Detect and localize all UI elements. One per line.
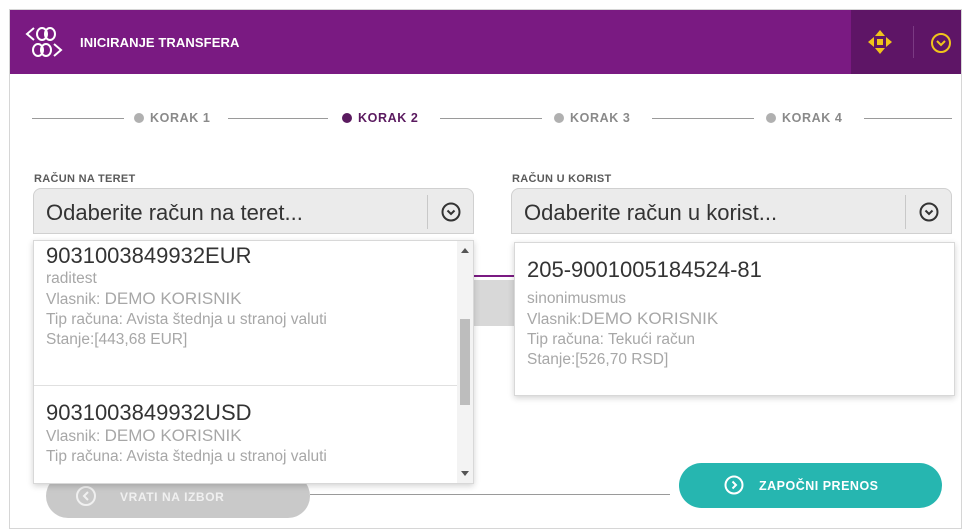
scroll-up-icon[interactable] xyxy=(461,248,469,253)
list-separator xyxy=(34,385,457,386)
step-1: KORAK 1 xyxy=(134,109,210,127)
owner-prefix: Vlasnik: xyxy=(46,291,105,308)
step-2: KORAK 2 xyxy=(342,109,418,127)
account-number: 9031003849932EUR xyxy=(46,243,252,268)
debit-option-usd[interactable]: 9031003849932USD Vlasnik: DEMO KORISNIK … xyxy=(46,400,451,467)
account-owner: Vlasnik: DEMO KORISNIK xyxy=(46,289,451,310)
step-dot-icon xyxy=(134,113,144,123)
owner-prefix: Vlasnik: xyxy=(46,428,105,445)
step-label: KORAK 2 xyxy=(358,111,419,125)
start-transfer-button[interactable]: ZAPOČNI PRENOS xyxy=(679,463,942,508)
step-dot-icon xyxy=(554,113,564,123)
credit-account-placeholder: Odaberite račun u korist... xyxy=(524,200,778,225)
select-divider xyxy=(427,195,428,229)
dropdown-scrollbar[interactable] xyxy=(457,241,473,483)
step-3: KORAK 3 xyxy=(554,109,630,127)
credit-account-label: RAČUN U KORIST xyxy=(512,173,612,185)
back-button-label: VRATI NA IZBOR xyxy=(120,490,225,504)
page-title: INICIRANJE TRANSFERA xyxy=(80,35,240,50)
header-bar: INICIRANJE TRANSFERA xyxy=(10,10,961,74)
owner-prefix: Vlasnik: xyxy=(527,311,582,328)
select-divider xyxy=(905,195,906,229)
footer-line xyxy=(310,494,670,495)
debit-option-eur[interactable]: 9031003849932EUR raditest Vlasnik: DEMO … xyxy=(46,243,451,350)
debit-account-dropdown: 9031003849932EUR raditest Vlasnik: DEMO … xyxy=(33,240,474,484)
debit-account-placeholder: Odaberite račun na teret... xyxy=(46,200,303,225)
debit-account-label: RAČUN NA TERET xyxy=(34,173,136,185)
step-label: KORAK 1 xyxy=(150,111,211,125)
step-line xyxy=(228,118,328,119)
chevron-down-circle-icon[interactable] xyxy=(918,201,940,223)
step-dot-icon xyxy=(342,113,352,123)
owner-name: DEMO KORISNIK xyxy=(104,426,242,445)
underlying-panel xyxy=(474,280,516,326)
underlying-border xyxy=(474,275,516,277)
debit-account-select[interactable]: Odaberite račun na teret... xyxy=(33,188,474,234)
account-type: Tip računa: Avista štednja u stranoj val… xyxy=(46,311,327,328)
step-label: KORAK 4 xyxy=(782,111,843,125)
move-icon[interactable] xyxy=(866,28,894,56)
credit-account-select[interactable]: Odaberite račun u korist... xyxy=(511,188,952,234)
account-owner: Vlasnik:DEMO KORISNIK xyxy=(527,309,932,330)
transfer-window: INICIRANJE TRANSFERA KORAK 1 KORAK 2 KOR… xyxy=(9,9,962,529)
account-alias: raditest xyxy=(46,270,97,287)
account-number: 205-9001005184524-81 xyxy=(527,257,762,282)
account-type: Tip računa: Tekući račun xyxy=(527,331,696,348)
account-balance: Stanje:[443,68 EUR] xyxy=(46,331,188,348)
chevron-down-circle-icon[interactable] xyxy=(930,32,952,54)
header-separator xyxy=(913,26,914,58)
credit-account-dropdown: 205-9001005184524-81 sinonimusmus Vlasni… xyxy=(514,242,955,396)
step-line xyxy=(32,118,124,119)
stepper: KORAK 1 KORAK 2 KORAK 3 KORAK 4 xyxy=(32,109,952,127)
step-dot-icon xyxy=(766,113,776,123)
chevron-down-circle-icon[interactable] xyxy=(440,201,462,223)
chevron-right-circle-icon xyxy=(724,475,744,495)
step-line xyxy=(652,118,754,119)
start-button-label: ZAPOČNI PRENOS xyxy=(759,479,879,493)
account-owner: Vlasnik: DEMO KORISNIK xyxy=(46,426,451,447)
step-line xyxy=(864,118,952,119)
step-line xyxy=(440,118,542,119)
step-4: KORAK 4 xyxy=(766,109,842,127)
step-label: KORAK 3 xyxy=(570,111,631,125)
owner-name: DEMO KORISNIK xyxy=(581,309,719,328)
account-balance: Stanje:[526,70 RSD] xyxy=(527,351,669,368)
scroll-thumb[interactable] xyxy=(460,319,470,405)
account-alias: sinonimusmus xyxy=(527,290,627,307)
account-number: 9031003849932USD xyxy=(46,400,252,425)
credit-option[interactable]: 205-9001005184524-81 sinonimusmus Vlasni… xyxy=(527,257,932,370)
scroll-down-icon[interactable] xyxy=(461,471,469,476)
transfer-logo-icon xyxy=(25,27,63,57)
chevron-left-circle-icon xyxy=(76,486,96,506)
account-type: Tip računa: Avista štednja u stranoj val… xyxy=(46,448,327,465)
owner-name: DEMO KORISNIK xyxy=(104,289,242,308)
